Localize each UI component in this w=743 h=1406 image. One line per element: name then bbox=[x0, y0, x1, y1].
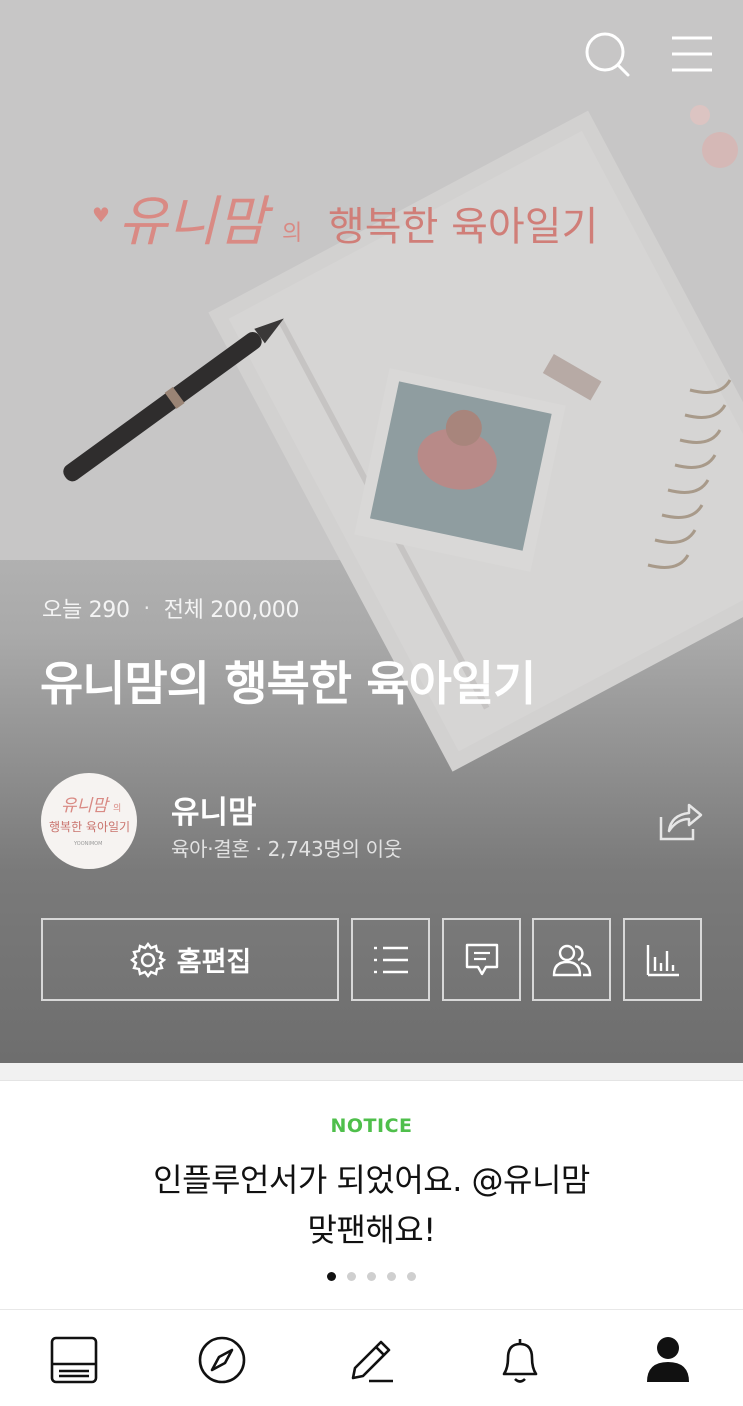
notice-label: NOTICE bbox=[330, 1115, 413, 1137]
pager-dot[interactable] bbox=[387, 1272, 396, 1281]
share-icon[interactable] bbox=[657, 801, 703, 843]
today-count: 오늘 290 bbox=[42, 598, 130, 623]
profile-row: 유니맘 의 행복한 육아일기 YOONIMOM 유니맘 육아·결혼 · 2,74… bbox=[41, 773, 703, 869]
blog-cover: 유니맘 의 행복한 육아일기 ♥ 오늘 290 · 전체 200,000 유니맘… bbox=[0, 0, 743, 1063]
gear-icon bbox=[129, 941, 167, 978]
svg-text:YOONIMOM: YOONIMOM bbox=[73, 841, 102, 847]
menu-icon[interactable] bbox=[668, 30, 716, 78]
compass-icon[interactable] bbox=[196, 1334, 248, 1386]
svg-text:행복한 육아일기: 행복한 육아일기 bbox=[49, 819, 130, 834]
total-count: 전체 200,000 bbox=[163, 598, 300, 623]
stats-separator: · bbox=[143, 596, 150, 620]
statistics-button[interactable] bbox=[623, 918, 702, 1001]
avatar-logo: 유니맘 의 행복한 육아일기 YOONIMOM bbox=[49, 796, 130, 847]
banner-title-rest: 행복한 육아일기 bbox=[328, 204, 598, 250]
home-edit-button[interactable]: 홈편집 bbox=[41, 918, 339, 1001]
list-icon bbox=[373, 946, 408, 973]
feed-icon[interactable] bbox=[48, 1334, 100, 1386]
post-list-button[interactable] bbox=[351, 918, 430, 1001]
pager-dot[interactable] bbox=[407, 1272, 416, 1281]
banner-title-pink: 유니맘 bbox=[118, 190, 273, 253]
notice-section[interactable]: NOTICE 인플루언서가 되었어요. @유니맘 맞팬해요! bbox=[0, 1081, 743, 1309]
section-divider bbox=[0, 1063, 743, 1081]
home-edit-label: 홈편집 bbox=[176, 947, 252, 978]
blog-title: 유니맘의 행복한 육아일기 bbox=[40, 657, 536, 712]
notice-text-line2[interactable]: 맞팬해요! bbox=[0, 1205, 743, 1251]
neighbors-button[interactable] bbox=[532, 918, 611, 1001]
bar-chart-icon bbox=[646, 944, 679, 976]
bottom-navigation bbox=[0, 1309, 743, 1406]
notice-text-line1[interactable]: 인플루언서가 되었어요. @유니맘 bbox=[0, 1155, 743, 1201]
notice-pager bbox=[0, 1272, 743, 1281]
blogger-meta: 육아·결혼 · 2,743명의 이웃 bbox=[171, 837, 402, 861]
guestbook-button[interactable] bbox=[442, 918, 521, 1001]
visitor-stats: 오늘 290 · 전체 200,000 bbox=[42, 592, 299, 624]
user-icon[interactable] bbox=[642, 1334, 694, 1386]
bell-icon[interactable] bbox=[494, 1334, 546, 1386]
search-icon[interactable] bbox=[583, 30, 631, 78]
pager-dot[interactable] bbox=[327, 1272, 336, 1281]
cover-image: 유니맘 의 행복한 육아일기 ♥ bbox=[0, 0, 743, 772]
svg-text:♥: ♥ bbox=[92, 203, 110, 227]
pencil-icon[interactable] bbox=[345, 1334, 397, 1386]
svg-text:의: 의 bbox=[113, 803, 121, 814]
pager-dot[interactable] bbox=[367, 1272, 376, 1281]
blog-actions: 홈편집 bbox=[41, 918, 702, 1001]
svg-text:유니맘: 유니맘 bbox=[61, 796, 110, 816]
pager-dot[interactable] bbox=[347, 1272, 356, 1281]
users-icon bbox=[552, 944, 591, 976]
comment-icon bbox=[465, 943, 498, 975]
banner-title-small: 의 bbox=[282, 221, 302, 246]
blogger-nickname[interactable]: 유니맘 bbox=[171, 787, 257, 832]
avatar[interactable]: 유니맘 의 행복한 육아일기 YOONIMOM bbox=[41, 773, 137, 869]
